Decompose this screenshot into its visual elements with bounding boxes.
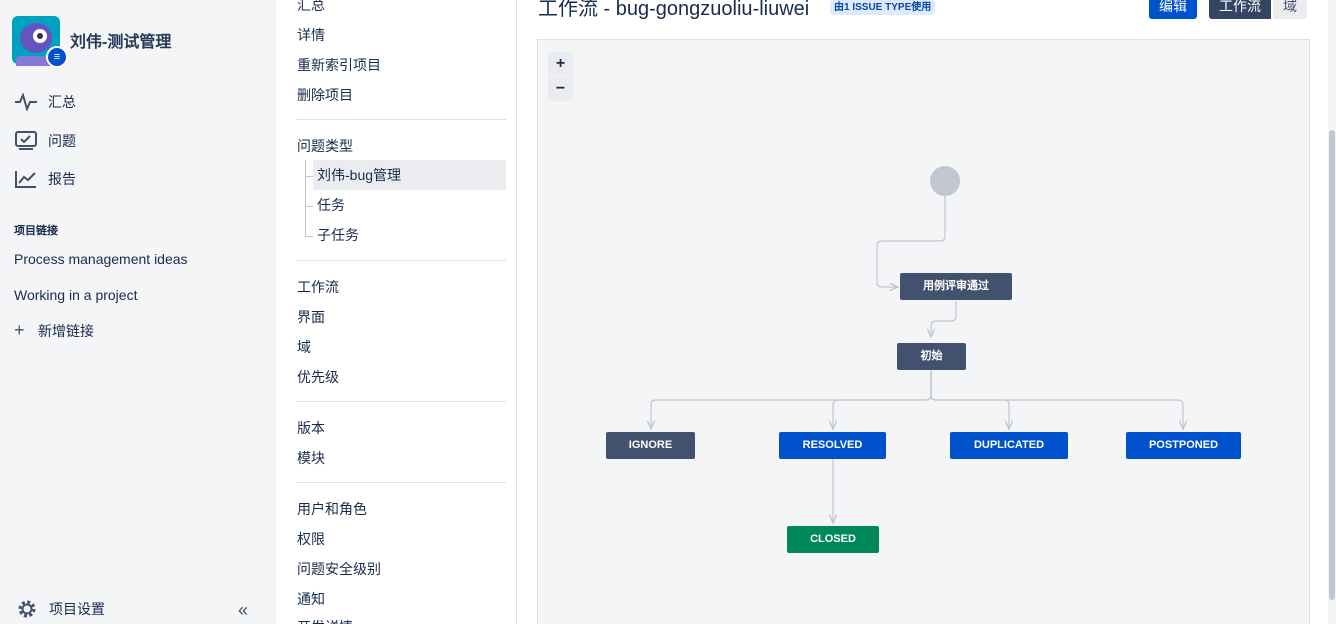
workflow-node-ignore[interactable]: IGNORE — [606, 432, 695, 459]
add-link-label: 新增链接 — [38, 322, 94, 339]
document-badge-icon: ≡ — [46, 46, 68, 68]
gear-icon — [16, 598, 38, 620]
view-workflow-toggle[interactable]: 工作流 — [1209, 0, 1271, 19]
subnav-notifications[interactable]: 通知 — [297, 588, 325, 610]
subnav-dev-details[interactable]: 开发详情 — [297, 616, 353, 624]
project-links-title: 项目链接 — [14, 225, 58, 237]
project-link-process[interactable]: Process management ideas — [14, 251, 188, 267]
sidebar-item-issues[interactable]: 问题 — [14, 128, 76, 154]
view-domain-toggle[interactable]: 域 — [1273, 0, 1307, 19]
sidebar-item-label: 问题 — [48, 133, 76, 149]
divider — [296, 119, 506, 120]
pulse-icon — [14, 91, 38, 113]
subnav-components[interactable]: 模块 — [297, 447, 325, 469]
subnav-issue-security[interactable]: 问题安全级别 — [297, 558, 381, 580]
add-link-button[interactable]: + 新增链接 — [14, 320, 94, 341]
subnav-versions[interactable]: 版本 — [297, 417, 325, 439]
project-header[interactable]: ≡ 刘伟-测试管理 — [12, 15, 172, 68]
subnav-users-roles[interactable]: 用户和角色 — [297, 498, 367, 520]
subnav-reindex[interactable]: 重新索引项目 — [297, 54, 381, 76]
sidebar-item-summary[interactable]: 汇总 — [14, 89, 76, 115]
project-avatar: ≡ — [12, 16, 68, 68]
transition-review-initial[interactable] — [931, 301, 957, 337]
avatar-pupil — [37, 33, 43, 39]
subnav-summary[interactable]: 汇总 — [297, 0, 325, 16]
subnav-workflow[interactable]: 工作流 — [297, 276, 339, 298]
divider — [296, 482, 506, 483]
avatar-eye — [33, 29, 47, 43]
divider — [296, 401, 506, 402]
chart-icon — [14, 168, 38, 190]
page-scrollbar[interactable] — [1328, 0, 1336, 624]
start-node[interactable] — [930, 166, 960, 196]
subnav-permissions[interactable]: 权限 — [297, 528, 325, 550]
tree-tick — [305, 206, 313, 207]
avatar-face — [20, 23, 52, 53]
transition-resolved[interactable] — [833, 371, 932, 429]
subnav-screens[interactable]: 界面 — [297, 306, 325, 328]
tree-tick — [305, 236, 313, 237]
workflow-canvas[interactable]: + − 用例评审通过 初始 IGNORE RESOLVED DUPLICATED… — [537, 39, 1310, 624]
sidebar-item-reports[interactable]: 报告 — [14, 166, 76, 192]
main-content: 工作流 - bug-gongzuoliu-liuwei 由1 ISSUE TYP… — [517, 0, 1336, 624]
project-sidebar: ≡ 刘伟-测试管理 汇总 问题 报告 项目链接 Process manageme… — [0, 0, 276, 624]
subnav-issue-type-bug[interactable]: 刘伟-bug管理 — [313, 160, 506, 190]
issues-icon — [14, 130, 38, 152]
workflow-node-closed[interactable]: CLOSED — [787, 526, 879, 553]
subnav-delete-project[interactable]: 删除项目 — [297, 84, 353, 106]
collapse-sidebar-icon[interactable]: « — [238, 600, 248, 621]
subnav-issue-type-subtask[interactable]: 子任务 — [313, 220, 359, 250]
workflow-node-initial[interactable]: 初始 — [897, 343, 966, 370]
subnav-issue-types[interactable]: 问题类型 — [297, 135, 353, 157]
settings-label: 项目设置 — [49, 601, 105, 617]
workflow-transitions — [538, 166, 1311, 624]
tree-line — [305, 160, 306, 237]
workflow-node-resolved[interactable]: RESOLVED — [779, 432, 886, 459]
project-settings-link[interactable]: 项目设置 — [16, 598, 105, 620]
edit-button[interactable]: 编辑 — [1149, 0, 1197, 19]
subnav-issue-type-task[interactable]: 任务 — [313, 190, 345, 220]
project-name: 刘伟-测试管理 — [70, 34, 172, 51]
plus-icon: + — [14, 320, 25, 340]
usage-badge[interactable]: 由1 ISSUE TYPE使用 — [830, 0, 936, 15]
page-title: 工作流 - bug-gongzuoliu-liuwei — [538, 0, 810, 20]
subnav-details[interactable]: 详情 — [297, 24, 325, 46]
workflow-node-review[interactable]: 用例评审通过 — [900, 273, 1012, 300]
settings-subnav: 汇总 详情 重新索引项目 删除项目 问题类型 刘伟-bug管理 任务 子任务 工… — [276, 0, 517, 624]
scrollbar-thumb[interactable] — [1329, 130, 1335, 600]
project-link-working[interactable]: Working in a project — [14, 287, 137, 303]
sidebar-item-label: 报告 — [48, 171, 76, 187]
transition-postponed[interactable] — [930, 371, 1183, 429]
workflow-node-postponed[interactable]: POSTPONED — [1126, 432, 1241, 459]
subnav-fields[interactable]: 域 — [297, 336, 311, 358]
sidebar-item-label: 汇总 — [48, 94, 76, 110]
subnav-priorities[interactable]: 优先级 — [297, 366, 339, 388]
workflow-node-duplicated[interactable]: DUPLICATED — [950, 432, 1068, 459]
divider — [296, 260, 506, 261]
tree-tick — [305, 176, 313, 177]
